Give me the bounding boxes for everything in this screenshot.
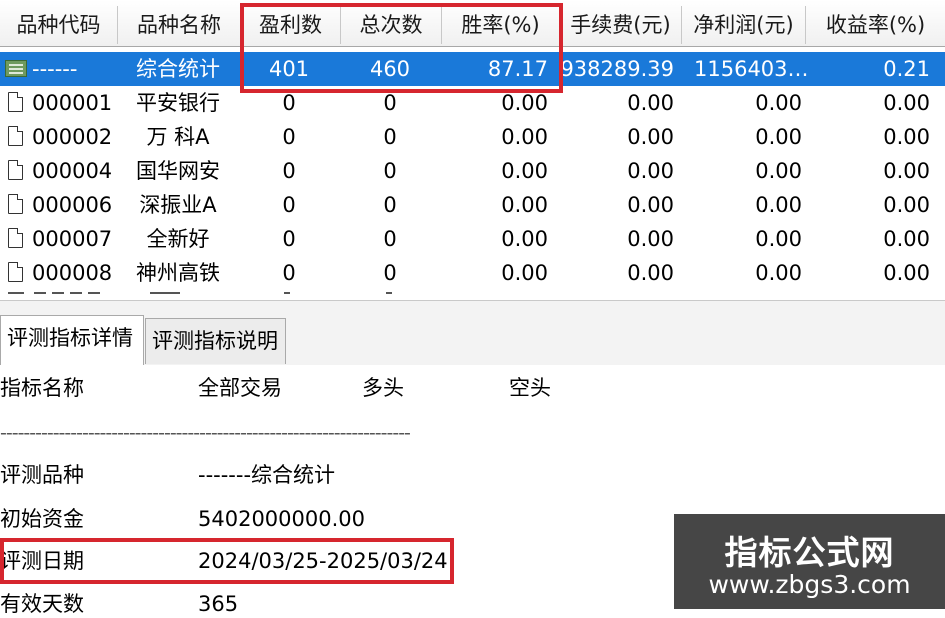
column-header-net-profit[interactable]: 净利润(元) — [682, 6, 806, 44]
row-total: 0 — [383, 227, 397, 251]
table-row[interactable]: 000006 深振业A 0 0 0.00 0.00 0.00 0.00 — [0, 188, 945, 222]
row-code: ------ — [32, 57, 78, 81]
table-row[interactable]: 000008 神州高铁 0 0 0.00 0.00 0.00 0.00 — [0, 256, 945, 290]
details-item-value: 5402000000.00 — [198, 507, 366, 531]
row-code: 000008 — [32, 261, 113, 285]
row-name: 平安银行 — [136, 91, 220, 115]
row-return-rate: 0.00 — [883, 159, 930, 183]
row-name: 国华网安 — [136, 159, 220, 183]
row-total: 0 — [383, 159, 397, 183]
row-wins: 0 — [282, 227, 296, 251]
row-win-rate: 0.00 — [501, 193, 548, 217]
row-total: 0 — [383, 193, 397, 217]
document-icon — [8, 194, 23, 214]
document-icon — [8, 126, 23, 146]
row-name: 综合统计 — [136, 57, 220, 81]
row-return-rate: 0.00 — [883, 261, 930, 285]
highlight-box-evaluation-date — [0, 538, 454, 584]
row-return-rate: 0.00 — [883, 91, 930, 115]
row-fee: 0.00 — [627, 227, 674, 251]
row-name: 万 科A — [146, 125, 210, 149]
column-header-code[interactable]: 品种代码 — [0, 6, 118, 44]
row-return-rate: 0.00 — [883, 125, 930, 149]
row-net-profit: 0.00 — [755, 227, 802, 251]
clipped-table-row — [0, 292, 945, 300]
row-win-rate: 0.00 — [501, 227, 548, 251]
row-name: 全新好 — [146, 227, 210, 251]
row-return-rate: 0.00 — [883, 227, 930, 251]
column-header-return-rate[interactable]: 收益率(%) — [806, 6, 945, 44]
details-item-label: 评测品种 — [0, 463, 84, 487]
row-net-profit: 0.00 — [755, 125, 802, 149]
details-item-value: 365 — [198, 592, 239, 616]
row-total: 0 — [383, 261, 397, 285]
row-name: 深振业A — [139, 193, 217, 217]
row-code: 000002 — [32, 125, 113, 149]
row-fee: 0.00 — [627, 159, 674, 183]
row-fee: 0.00 — [627, 193, 674, 217]
details-item-value: -------综合统计 — [198, 463, 336, 487]
row-fee: 0.00 — [627, 91, 674, 115]
document-icon — [8, 262, 23, 282]
column-header-fee[interactable]: 手续费(元) — [560, 6, 682, 44]
details-header-all: 全部交易 — [198, 376, 282, 400]
row-net-profit: 0.00 — [755, 91, 802, 115]
row-fee: 0.00 — [627, 261, 674, 285]
row-code: 000004 — [32, 159, 113, 183]
details-header-short: 空头 — [509, 376, 551, 400]
document-icon — [8, 92, 23, 112]
details-item-label: 初始资金 — [0, 507, 84, 531]
watermark: 指标公式网 www.zbgs3.com — [674, 514, 945, 609]
details-header-long: 多头 — [362, 376, 404, 400]
row-wins: 0 — [282, 159, 296, 183]
document-icon — [8, 160, 23, 180]
details-separator: ----------------------------------------… — [0, 422, 411, 444]
row-code: 000001 — [32, 91, 113, 115]
row-code: 000007 — [32, 227, 113, 251]
row-net-profit: 0.00 — [755, 193, 802, 217]
table-row[interactable]: 000004 国华网安 0 0 0.00 0.00 0.00 0.00 — [0, 154, 945, 188]
row-wins: 0 — [282, 193, 296, 217]
row-fee: 938289.39 — [560, 57, 674, 81]
row-fee: 0.00 — [627, 125, 674, 149]
row-wins: 0 — [282, 261, 296, 285]
document-icon — [8, 228, 23, 248]
table-row[interactable]: 000007 全新好 0 0 0.00 0.00 0.00 0.00 — [0, 222, 945, 256]
row-name: 神州高铁 — [136, 261, 220, 285]
row-code: 000006 — [32, 193, 113, 217]
row-total: 0 — [383, 125, 397, 149]
row-wins: 0 — [282, 125, 296, 149]
details-item-label: 有效天数 — [0, 592, 84, 616]
row-win-rate: 0.00 — [501, 261, 548, 285]
highlight-box-win-rate — [240, 3, 563, 93]
row-win-rate: 0.00 — [501, 159, 548, 183]
row-return-rate: 0.00 — [883, 193, 930, 217]
row-win-rate: 0.00 — [501, 125, 548, 149]
tab-evaluation-description[interactable]: 评测指标说明 — [145, 318, 286, 364]
tab-bar: 评测指标详情 评测指标说明 — [0, 300, 945, 366]
table-row[interactable]: 000002 万 科A 0 0 0.00 0.00 0.00 0.00 — [0, 120, 945, 154]
row-net-profit: 1156403… — [694, 57, 809, 81]
tab-evaluation-details[interactable]: 评测指标详情 — [0, 315, 144, 365]
details-header-label: 指标名称 — [0, 376, 84, 400]
row-net-profit: 0.00 — [755, 261, 802, 285]
column-header-name[interactable]: 品种名称 — [118, 6, 241, 44]
watermark-title: 指标公式网 — [724, 533, 895, 572]
row-return-rate: 0.21 — [883, 57, 930, 81]
summary-table-icon — [5, 60, 27, 77]
row-net-profit: 0.00 — [755, 159, 802, 183]
watermark-url: www.zbgs3.com — [708, 570, 911, 599]
